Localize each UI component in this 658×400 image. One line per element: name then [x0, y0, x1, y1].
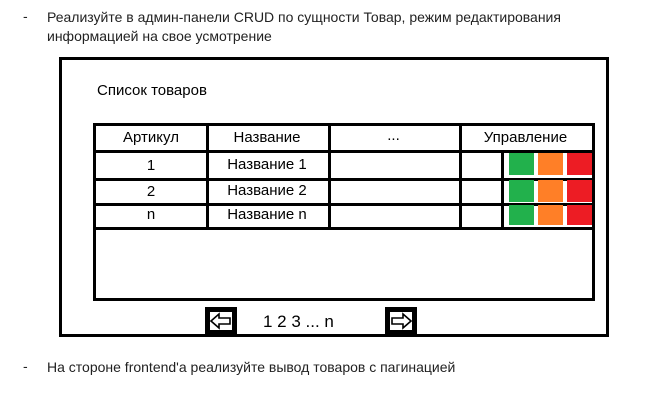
- bullet-dash: -: [23, 358, 28, 374]
- edit-button[interactable]: [538, 180, 563, 202]
- arrow-right-icon: [391, 312, 413, 330]
- task-crud-text: Реализуйте в админ-панели CRUD по сущнос…: [47, 9, 561, 44]
- table-cell-sku: 2: [146, 183, 156, 200]
- task-pagination-text: На стороне frontend'а реализуйте вывод т…: [47, 359, 456, 375]
- view-button[interactable]: [509, 205, 534, 225]
- column-header-sku: Артикул: [123, 129, 179, 146]
- table-cell-name: Название 1: [227, 156, 307, 173]
- table-cell-name: Название n: [227, 206, 307, 223]
- table-cell-name: Название 2: [227, 182, 307, 199]
- view-button[interactable]: [509, 180, 534, 202]
- table-cell-sku: n: [146, 206, 156, 223]
- column-header-more: ...: [387, 127, 400, 144]
- arrow-left-icon: [209, 312, 231, 330]
- table-cell-sku: 1: [146, 157, 156, 174]
- table-divider: [501, 153, 504, 230]
- product-list-title: Список товаров: [97, 82, 207, 99]
- edit-button[interactable]: [538, 153, 563, 175]
- delete-button[interactable]: [567, 153, 592, 175]
- delete-button[interactable]: [567, 205, 592, 225]
- delete-button[interactable]: [567, 180, 592, 202]
- next-page-button[interactable]: [385, 307, 417, 335]
- table-divider: [96, 227, 592, 230]
- prev-page-button[interactable]: [205, 307, 237, 335]
- column-header-name: Название: [233, 129, 301, 146]
- edit-button[interactable]: [538, 205, 563, 225]
- column-header-actions: Управление: [483, 129, 568, 146]
- pagination-pages[interactable]: 1 2 3 ... n: [263, 312, 334, 332]
- view-button[interactable]: [509, 153, 534, 175]
- bullet-dash: -: [23, 8, 28, 24]
